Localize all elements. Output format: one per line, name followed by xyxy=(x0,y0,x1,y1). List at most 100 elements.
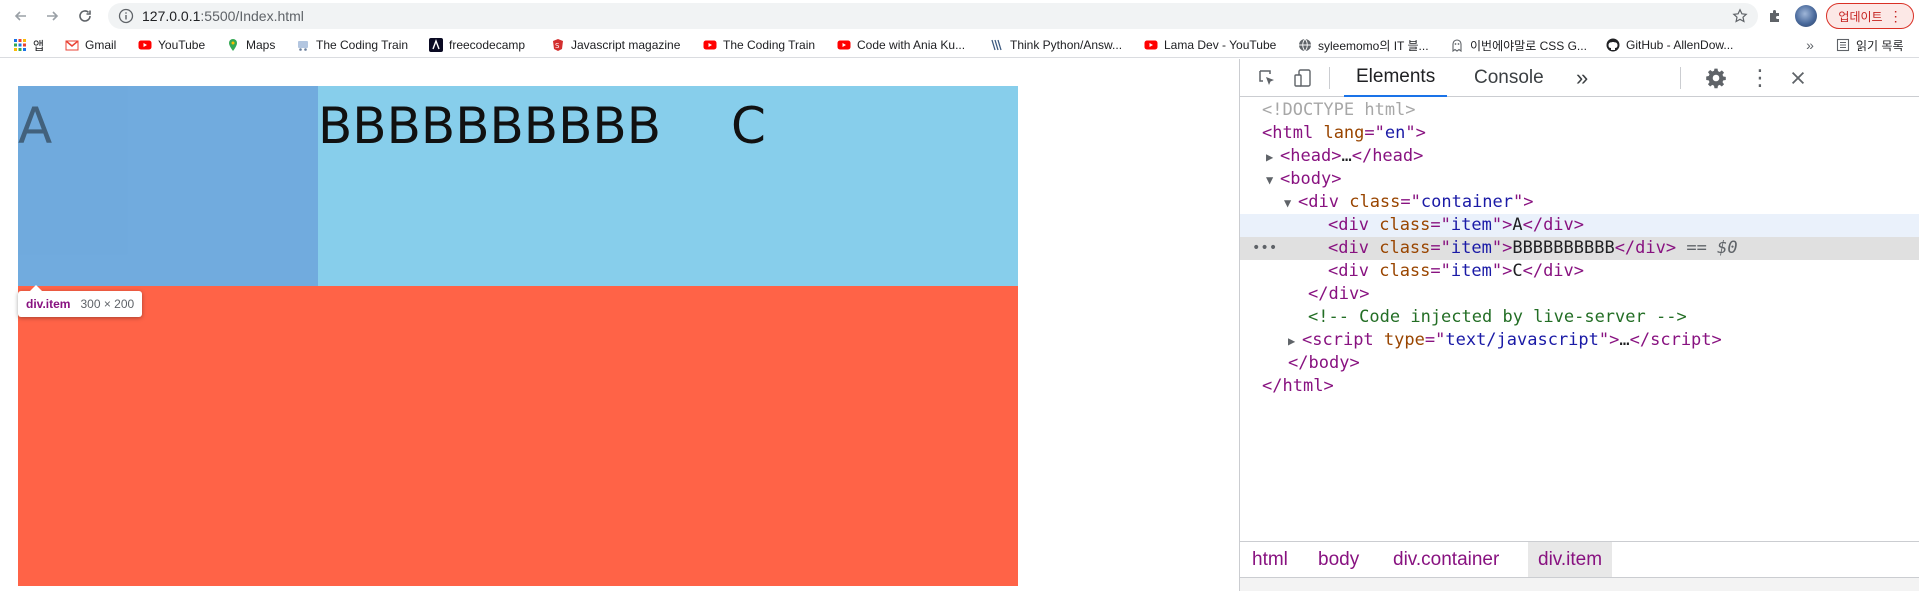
gmail-icon xyxy=(65,38,79,52)
youtube-icon xyxy=(138,38,152,52)
dom-container[interactable]: ▼ <div class="container"> xyxy=(1240,191,1919,214)
svg-text:S: S xyxy=(555,42,560,50)
more-vert-icon: ⋮ xyxy=(1888,8,1903,24)
bookmark-syleemomo[interactable]: syleemomo의 IT 블... xyxy=(1298,36,1429,54)
dom-container-close[interactable]: </div> xyxy=(1240,283,1919,306)
close-icon xyxy=(1791,71,1805,85)
bookmark-freecodecamp[interactable]: freecodecamp xyxy=(429,36,525,54)
more-tabs-button[interactable]: » xyxy=(1570,59,1594,97)
flex-container: A BBBBBBBBBB C xyxy=(18,86,1018,286)
js-magazine-icon: S xyxy=(551,38,565,52)
youtube-icon xyxy=(837,38,851,52)
coding-train-icon xyxy=(296,38,310,52)
item-b: BBBBBBBBBB xyxy=(318,97,662,155)
more-options-button[interactable]: ⋮ xyxy=(1747,65,1773,91)
dom-body-open[interactable]: ▼ <body> xyxy=(1240,168,1919,191)
page-viewport: A BBBBBBBBBB C div.item 300 × 200 xyxy=(0,59,1238,591)
bookmark-coding-train-1[interactable]: The Coding Train xyxy=(296,36,408,54)
more-horiz-icon[interactable]: ••• xyxy=(1252,237,1277,260)
dom-item-c[interactable]: <div class="item">C</div> xyxy=(1240,260,1919,283)
dom-body-close[interactable]: </body> xyxy=(1240,352,1919,375)
dom-comment[interactable]: <!-- Code injected by live-server --> xyxy=(1240,306,1919,329)
toolbar-divider xyxy=(1329,67,1330,89)
dom-html-close[interactable]: </html> xyxy=(1240,375,1919,398)
collapse-triangle-icon[interactable]: ▼ xyxy=(1266,169,1280,192)
devtools-toolbar: Elements Console » ⋮ xyxy=(1240,59,1919,97)
item-c: C xyxy=(731,97,766,155)
github-icon xyxy=(1606,38,1620,52)
profile-avatar[interactable] xyxy=(1795,5,1817,27)
more-vert-icon: ⋮ xyxy=(1749,65,1771,91)
dom-html-open[interactable]: <html lang="en"> xyxy=(1240,122,1919,145)
bookmark-youtube[interactable]: YouTube xyxy=(138,36,205,54)
update-button[interactable]: 업데이트 ⋮ xyxy=(1826,3,1914,29)
reload-button[interactable] xyxy=(73,4,97,28)
cursor-select-icon xyxy=(1259,70,1274,85)
inspect-tooltip: div.item 300 × 200 xyxy=(18,285,143,317)
settings-button[interactable] xyxy=(1703,65,1729,91)
dom-item-a[interactable]: <div class="item">A</div> xyxy=(1240,214,1919,237)
arrow-right-icon xyxy=(47,11,59,21)
devtools-drawer-edge xyxy=(1240,577,1919,591)
bookmark-css-grid[interactable]: 이번에야말로 CSS G... xyxy=(1450,36,1587,54)
forward-button[interactable] xyxy=(40,4,64,28)
toolbar-divider xyxy=(1680,67,1681,89)
dom-head[interactable]: ▶ <head>…</head> xyxy=(1240,145,1919,168)
close-devtools-button[interactable] xyxy=(1785,65,1811,91)
bookmarks-bar: 앱 Gmail YouTube Maps The Coding Train fr… xyxy=(0,32,1919,58)
collapse-triangle-icon[interactable]: ▼ xyxy=(1284,192,1298,215)
bookmark-apps[interactable]: 앱 xyxy=(13,36,44,54)
maps-pin-icon xyxy=(226,38,240,52)
bookmarks-overflow-button[interactable]: » xyxy=(1803,36,1817,54)
bookmark-code-with-ania[interactable]: Code with Ania Ku... xyxy=(837,36,965,54)
star-icon[interactable] xyxy=(1732,8,1748,24)
chevron-double-right-icon: » xyxy=(1576,65,1589,90)
bookmark-coding-train-2[interactable]: The Coding Train xyxy=(703,36,815,54)
tab-console[interactable]: Console xyxy=(1462,59,1556,97)
youtube-icon xyxy=(1144,38,1158,52)
bookmark-js-magazine[interactable]: S Javascript magazine xyxy=(551,36,680,54)
breadcrumb-div-item[interactable]: div.item xyxy=(1528,542,1613,578)
inspect-element-button[interactable] xyxy=(1254,65,1280,91)
device-toolbar-button[interactable] xyxy=(1290,65,1316,91)
breadcrumb-body[interactable]: body xyxy=(1308,542,1369,578)
expand-triangle-icon[interactable]: ▶ xyxy=(1266,146,1280,169)
globe-icon xyxy=(1298,38,1312,52)
back-button[interactable] xyxy=(9,4,33,28)
youtube-icon xyxy=(703,38,717,52)
devtools-panel: Elements Console » ⋮ <!DOCTYPE html> <ht… xyxy=(1239,59,1919,591)
red-block xyxy=(18,286,1018,586)
extensions-button[interactable] xyxy=(1765,6,1785,26)
bookmark-gmail[interactable]: Gmail xyxy=(65,36,116,54)
tab-elements[interactable]: Elements xyxy=(1344,59,1448,97)
css-ghost-icon xyxy=(1450,38,1464,52)
breadcrumb: html body div.container div.item xyxy=(1240,541,1919,578)
info-icon[interactable] xyxy=(118,8,134,24)
dom-tree: <!DOCTYPE html> <html lang="en"> ▶ <head>… xyxy=(1240,99,1919,459)
dom-script[interactable]: ▶ <script type="text/javascript">…</scrip… xyxy=(1240,329,1919,352)
breadcrumb-html[interactable]: html xyxy=(1242,542,1298,578)
tooltip-dimensions: 300 × 200 xyxy=(80,297,135,311)
address-bar[interactable]: 127.0.0.1:5500/Index.html xyxy=(108,3,1758,29)
freecodecamp-icon xyxy=(429,38,443,52)
reload-icon xyxy=(79,10,91,22)
bookmark-github[interactable]: GitHub - AllenDow... xyxy=(1606,36,1733,54)
tooltip-tag: div.item xyxy=(26,297,71,311)
bookmark-maps[interactable]: Maps xyxy=(226,36,275,54)
think-python-icon xyxy=(990,38,1004,52)
breadcrumb-div-container[interactable]: div.container xyxy=(1383,542,1509,578)
dom-item-b[interactable]: ••• <div class="item">BBBBBBBBBB</div> ==… xyxy=(1240,237,1919,260)
puzzle-icon xyxy=(1770,10,1779,22)
bookmark-lama-dev[interactable]: Lama Dev - YouTube xyxy=(1144,36,1276,54)
expand-triangle-icon[interactable]: ▶ xyxy=(1288,330,1302,353)
browser-toolbar: 127.0.0.1:5500/Index.html 업데이트 ⋮ xyxy=(0,0,1919,32)
url-text: 127.0.0.1:5500/Index.html xyxy=(142,8,304,24)
update-label: 업데이트 xyxy=(1838,9,1883,24)
reading-list-icon xyxy=(1836,38,1850,52)
gear-icon xyxy=(1706,68,1726,89)
reading-list-button[interactable]: 읽기 목록 xyxy=(1836,36,1904,54)
dom-doctype[interactable]: <!DOCTYPE html> xyxy=(1240,99,1919,122)
item-a: A xyxy=(18,86,318,286)
bookmark-think-python[interactable]: Think Python/Answ... xyxy=(990,36,1122,54)
chevron-double-right-icon: » xyxy=(1806,37,1814,53)
